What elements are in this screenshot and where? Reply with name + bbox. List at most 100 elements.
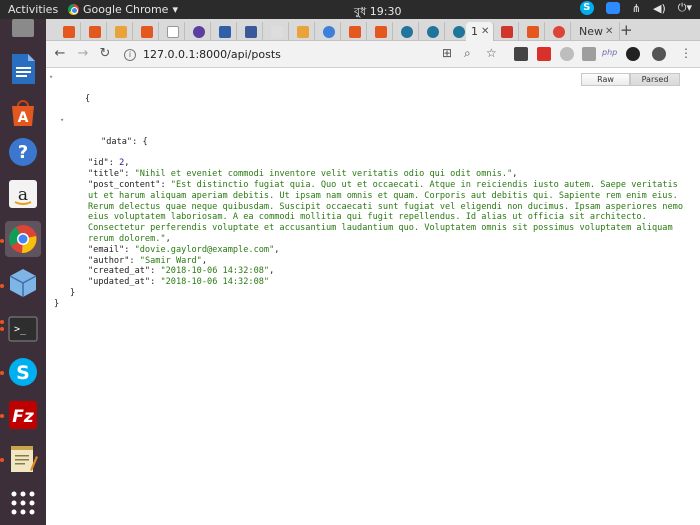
running-indicator xyxy=(0,239,4,243)
tab[interactable] xyxy=(522,22,545,41)
collapse-triangle-icon[interactable]: ▾ xyxy=(60,115,64,126)
php-extension-icon[interactable]: php xyxy=(602,48,617,57)
menu-icon[interactable]: ⋮ xyxy=(680,46,692,60)
virtualbox-icon[interactable] xyxy=(5,265,41,301)
running-indicator xyxy=(0,284,4,288)
tab-favicon xyxy=(501,25,513,38)
tab[interactable] xyxy=(548,22,571,41)
tab[interactable] xyxy=(214,22,237,41)
close-icon[interactable]: ✕ xyxy=(605,26,613,37)
show-applications-icon[interactable] xyxy=(5,485,41,521)
svg-text:Fz: Fz xyxy=(12,407,34,427)
wordpress-favicon xyxy=(427,25,439,38)
tab[interactable] xyxy=(84,22,107,41)
tab[interactable] xyxy=(292,22,315,41)
amazon-icon[interactable]: a xyxy=(5,176,41,212)
tab[interactable] xyxy=(136,22,159,41)
extension-icon[interactable] xyxy=(537,47,551,61)
json-title-line: "title": "Nihil et eveniet commodi inven… xyxy=(88,169,518,180)
network-icon[interactable]: ⋔ xyxy=(632,2,641,15)
tab-favicon xyxy=(63,25,75,38)
launcher-dock: A ? a >_ S Fz xyxy=(0,19,46,525)
json-created-at-line: "created_at": "2018-10-06 14:32:08", xyxy=(88,266,275,277)
chrome-launcher-icon[interactable] xyxy=(5,221,41,257)
extension-icon[interactable] xyxy=(582,47,596,61)
files-icon[interactable] xyxy=(5,11,41,47)
extension-icon[interactable] xyxy=(560,47,574,61)
skype-tray-icon[interactable]: S xyxy=(579,1,594,15)
new-tab-button[interactable]: + xyxy=(620,21,633,39)
terminal-icon[interactable]: >_ xyxy=(5,311,41,347)
collapse-triangle-icon[interactable]: ▾ xyxy=(49,72,53,83)
bookmark-star-icon[interactable]: ☆ xyxy=(486,46,497,60)
tab[interactable] xyxy=(58,22,81,41)
json-updated-at-line: "updated_at": "2018-10-06 14:32:08" xyxy=(88,277,270,288)
info-icon[interactable]: i xyxy=(124,48,136,61)
help-icon[interactable]: ? xyxy=(5,134,41,170)
tab-active[interactable]: 1 ✕ xyxy=(466,22,494,41)
json-root-open: ▾ { xyxy=(49,73,91,104)
writer-icon[interactable] xyxy=(5,51,41,87)
tab[interactable] xyxy=(162,22,185,41)
json-data-close: } xyxy=(70,287,76,298)
tab[interactable] xyxy=(422,22,445,41)
json-root-close: } xyxy=(54,298,60,309)
tab[interactable] xyxy=(240,22,263,41)
reload-button[interactable]: ↻ xyxy=(97,46,113,62)
running-indicator xyxy=(0,458,4,462)
tab[interactable] xyxy=(188,22,211,41)
tab[interactable] xyxy=(344,22,367,41)
system-top-bar: Activities Google Chrome ▾ বুধ 19:30 S ⋔… xyxy=(0,0,700,19)
extension-icon[interactable] xyxy=(514,47,528,61)
tab-favicon xyxy=(271,25,283,38)
svg-text:a: a xyxy=(18,185,28,205)
page-content: Raw Parsed ▾ { ▾ "data": { "id": 2, "tit… xyxy=(46,68,700,525)
software-center-icon[interactable]: A xyxy=(5,94,41,130)
google-favicon xyxy=(553,25,565,38)
tab[interactable] xyxy=(496,22,519,41)
volume-icon[interactable]: ◀) xyxy=(653,2,666,15)
translate-icon[interactable]: ⊞ xyxy=(442,46,452,60)
chevron-down-icon: ▾ xyxy=(172,3,178,16)
tab[interactable] xyxy=(110,22,133,41)
facebook-favicon xyxy=(245,25,257,38)
app-menu[interactable]: Google Chrome ▾ xyxy=(68,3,178,16)
skype-icon[interactable]: S xyxy=(5,354,41,390)
tab-favicon xyxy=(219,25,231,38)
tab-favicon xyxy=(193,25,205,38)
tab[interactable] xyxy=(266,22,289,41)
wordpress-favicon xyxy=(401,25,413,38)
svg-text:>_: >_ xyxy=(14,324,27,335)
text-editor-icon[interactable] xyxy=(5,441,41,477)
close-icon[interactable]: ✕ xyxy=(481,26,489,37)
power-icon[interactable]: ⏻▾ xyxy=(678,1,692,15)
app-menu-label: Google Chrome xyxy=(83,3,169,16)
tab-strip: 1 ✕ New ✕ + xyxy=(46,19,700,41)
tab-favicon xyxy=(375,25,387,38)
json-email-line: "email": "dovie.gaylord@example.com", xyxy=(88,244,280,255)
running-indicator xyxy=(0,371,4,375)
back-button[interactable]: ← xyxy=(52,46,68,62)
tab-favicon xyxy=(349,25,361,38)
forward-button[interactable]: → xyxy=(75,46,91,62)
browser-toolbar: ← → ↻ i 127.0.0.1:8000/api/posts ⊞ ⌕ ☆ p… xyxy=(46,41,700,68)
tab-favicon xyxy=(297,25,309,38)
tab-favicon xyxy=(323,25,335,38)
json-viewer: ▾ { ▾ "data": { "id": 2, "title": "Nihil… xyxy=(49,72,689,310)
url-text: 127.0.0.1:8000/api/posts xyxy=(143,48,281,61)
tab[interactable] xyxy=(396,22,419,41)
zoom-icon[interactable]: ⌕ xyxy=(464,46,471,61)
extension-icon[interactable] xyxy=(626,47,640,61)
tab-title: 1 xyxy=(471,25,478,38)
running-indicator xyxy=(0,320,4,324)
svg-text:?: ? xyxy=(18,142,28,163)
filezilla-icon[interactable]: Fz xyxy=(5,397,41,433)
zoom-tray-icon[interactable] xyxy=(605,2,620,14)
tab[interactable] xyxy=(370,22,393,41)
running-indicator xyxy=(0,327,4,331)
avatar[interactable] xyxy=(652,47,666,61)
tab[interactable] xyxy=(318,22,341,41)
tab-new[interactable]: New ✕ xyxy=(574,22,620,41)
tab-title: New xyxy=(579,25,603,38)
system-tray: S ⋔ ◀) ⏻▾ xyxy=(579,1,692,15)
